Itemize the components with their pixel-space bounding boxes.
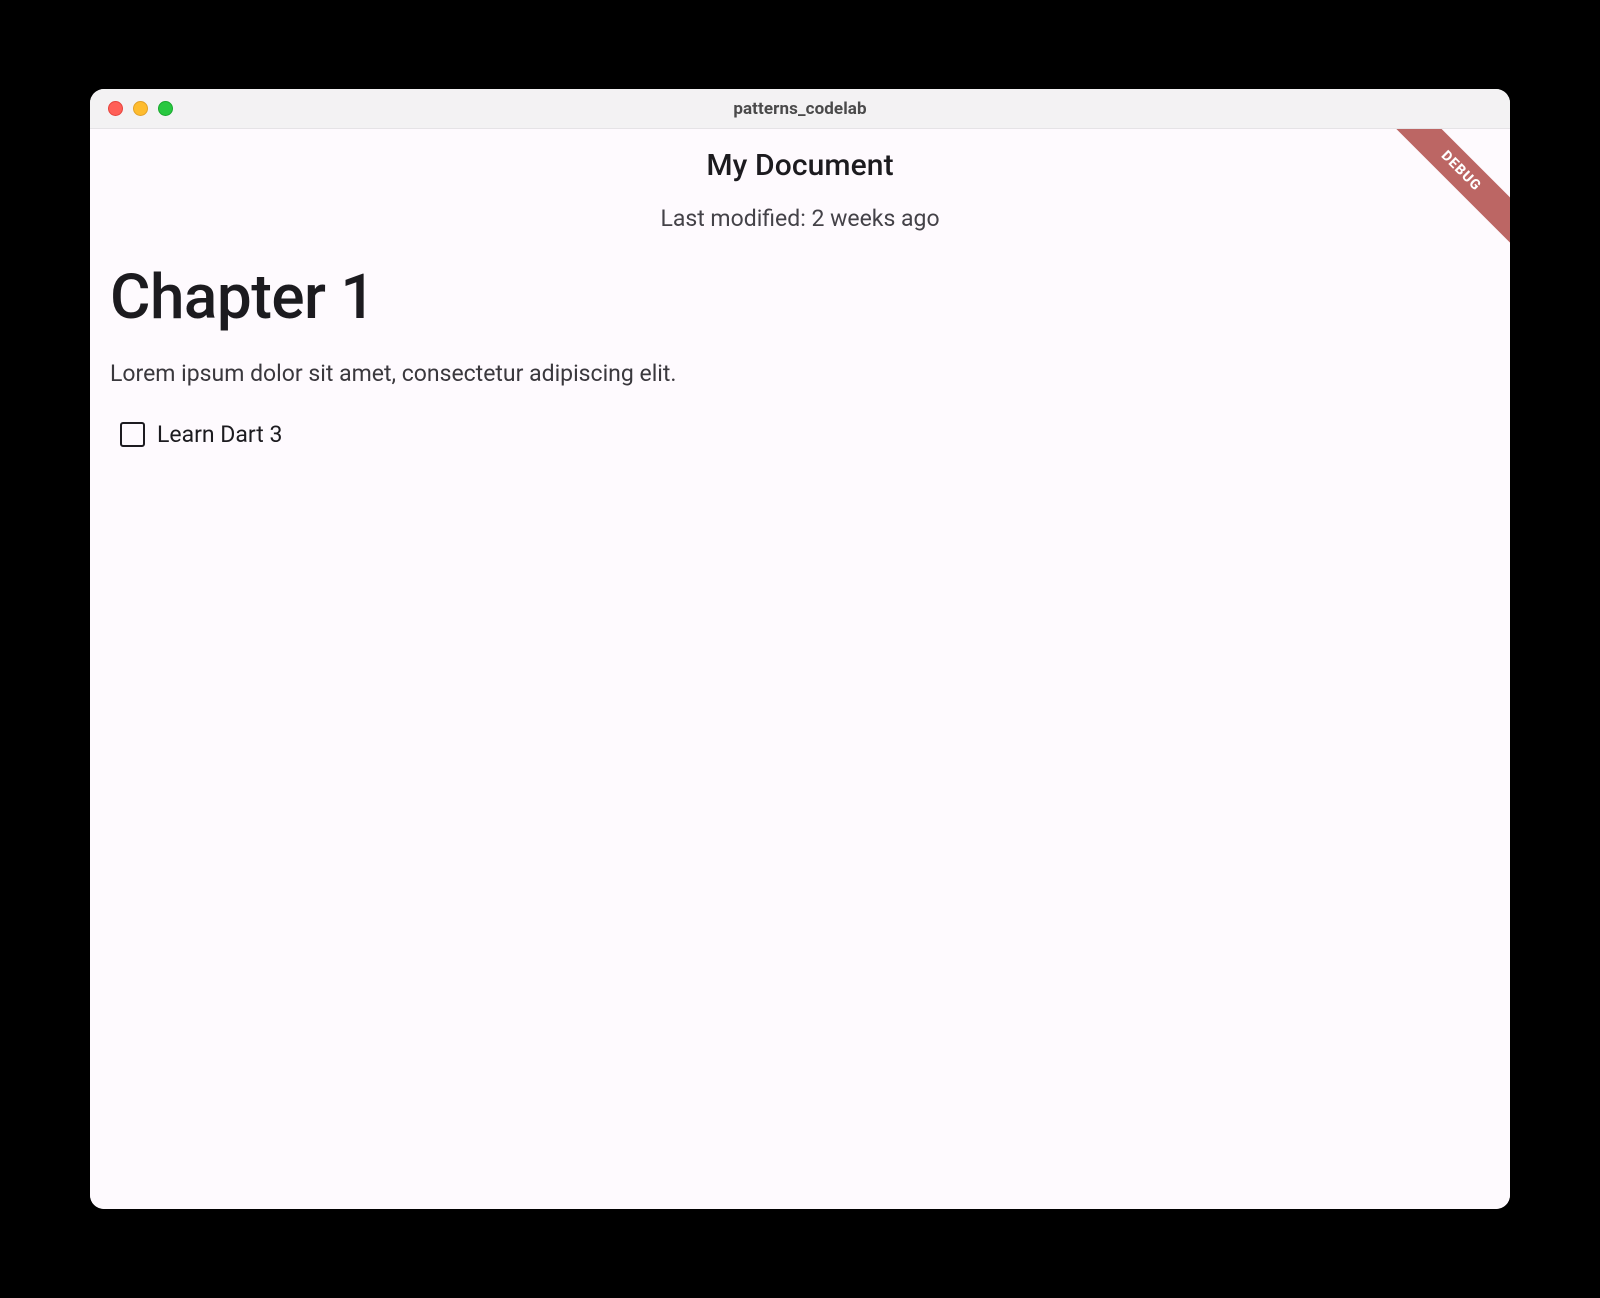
chapter-heading: Chapter 1: [110, 264, 1490, 332]
close-icon[interactable]: [108, 101, 123, 116]
app-bar: My Document: [90, 129, 1510, 201]
app-window: patterns_codelab My Document Last modifi…: [90, 89, 1510, 1209]
app-surface: My Document Last modified: 2 weeks ago C…: [90, 129, 1510, 1209]
fullscreen-icon[interactable]: [158, 101, 173, 116]
last-modified-text: Last modified: 2 weeks ago: [110, 205, 1490, 232]
document-content: Last modified: 2 weeks ago Chapter 1 Lor…: [90, 205, 1510, 448]
checkbox-list-item[interactable]: Learn Dart 3: [110, 421, 1490, 448]
traffic-lights: [108, 101, 173, 116]
checkbox-icon[interactable]: [120, 422, 145, 447]
checkbox-label: Learn Dart 3: [157, 421, 282, 448]
window-title: patterns_codelab: [90, 99, 1510, 119]
paragraph-text: Lorem ipsum dolor sit amet, consectetur …: [110, 360, 1490, 387]
mac-titlebar: patterns_codelab: [90, 89, 1510, 129]
page-title: My Document: [706, 148, 893, 183]
minimize-icon[interactable]: [133, 101, 148, 116]
